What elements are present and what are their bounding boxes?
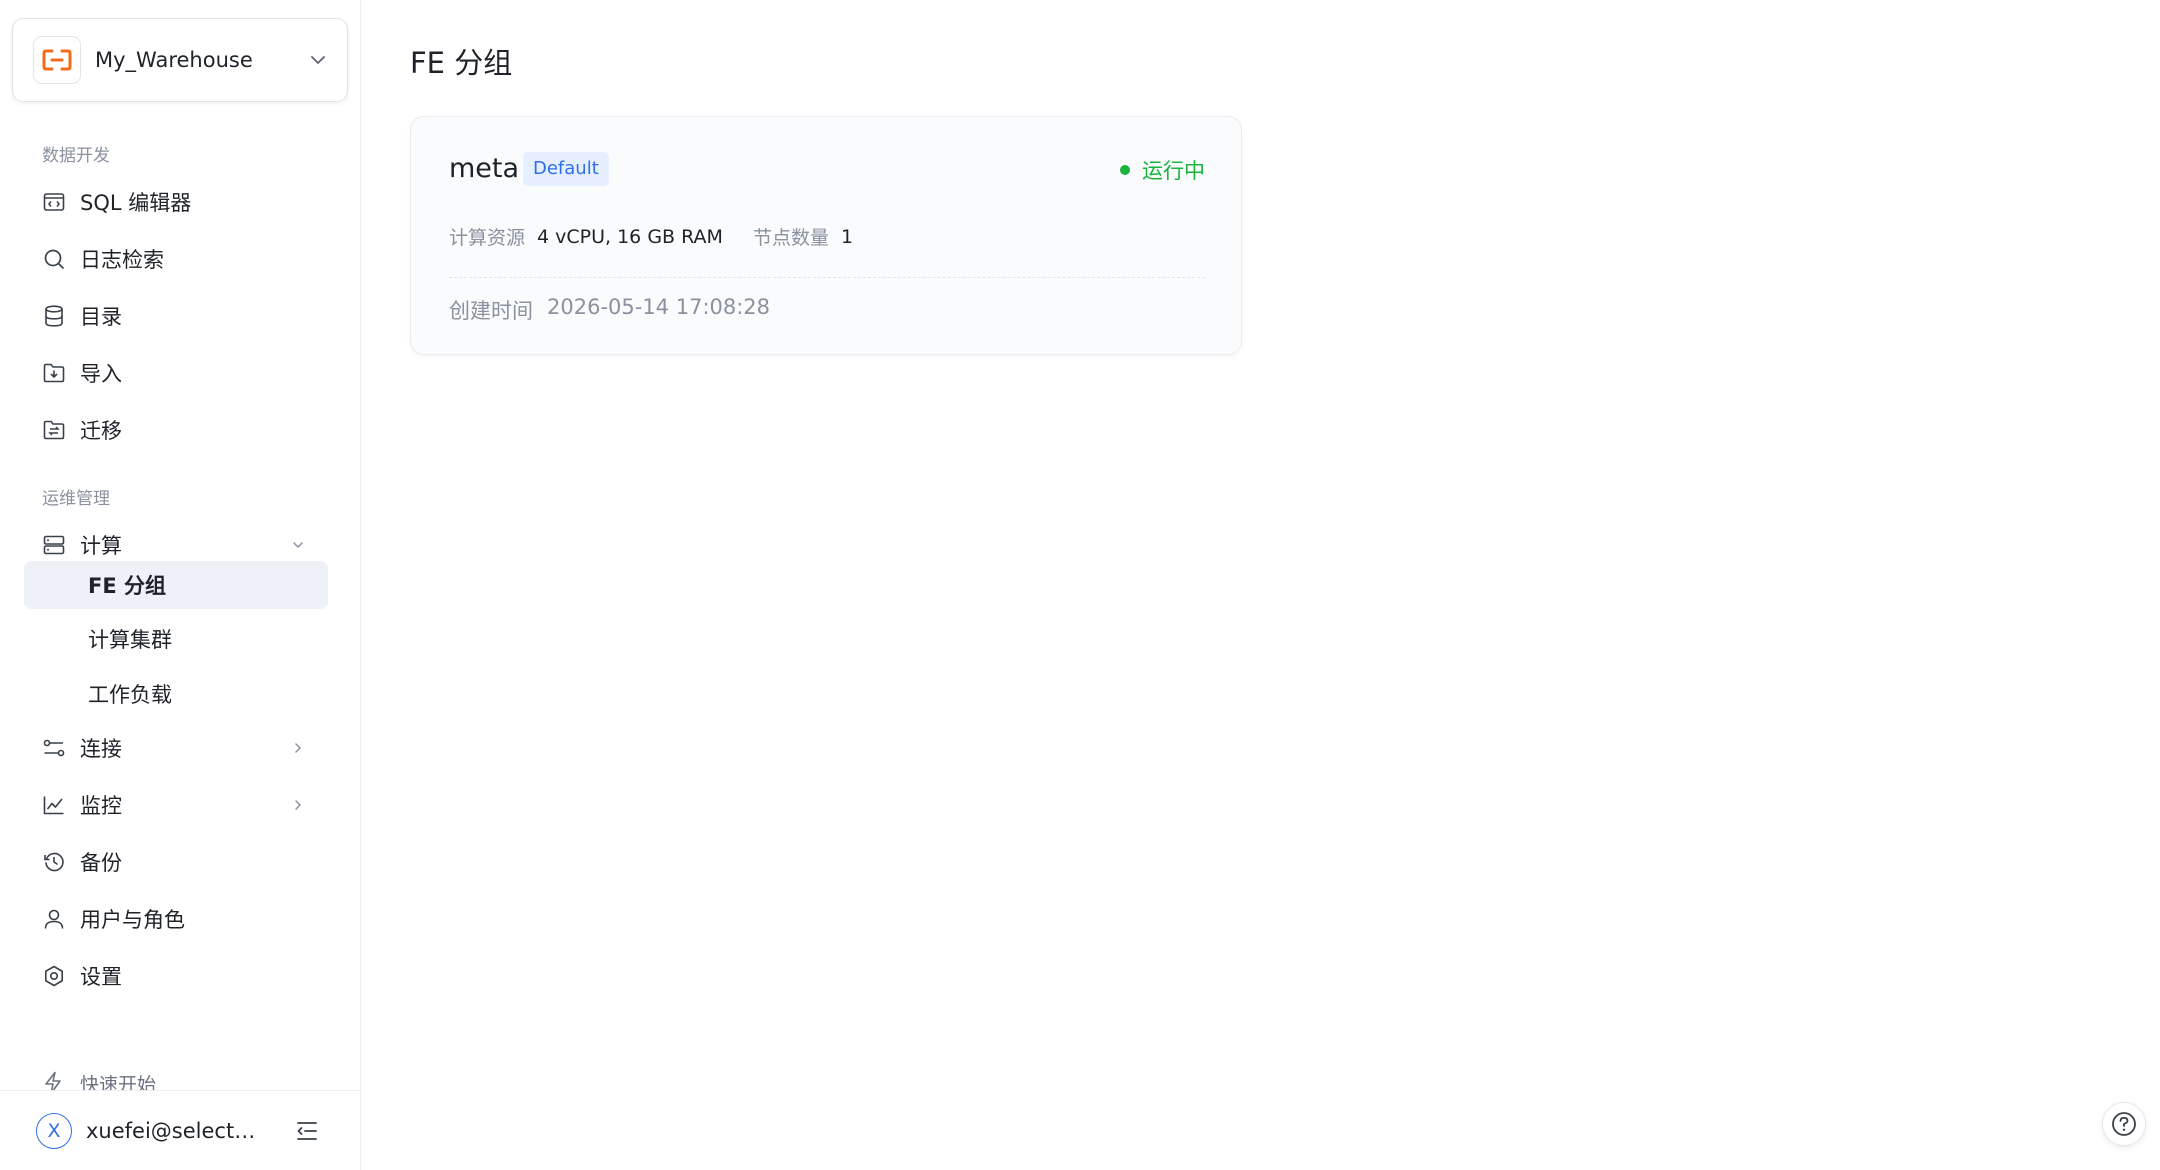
code-editor-icon (42, 190, 66, 214)
created-time-row: 创建时间 2026-05-14 17:08:28 (449, 295, 770, 325)
fe-group-name: meta (449, 153, 520, 184)
created-time-label: 创建时间 (449, 299, 533, 323)
card-meta-row: 计算资源 4 vCPU, 16 GB RAM 节点数量 1 (449, 223, 853, 250)
database-icon (42, 304, 66, 328)
nav-label: SQL 编辑器 (80, 191, 192, 215)
connection-icon (42, 736, 66, 760)
chevron-right-icon (295, 800, 302, 810)
nav-item-settings[interactable]: 设置 (24, 952, 328, 1000)
status-badge: 运行中 (1120, 155, 1205, 185)
folder-migrate-icon (42, 418, 66, 442)
nav-sub-fe-group[interactable]: FE 分组 (24, 561, 328, 609)
chevron-down-icon (311, 56, 325, 64)
page-title: FE 分组 (410, 46, 513, 80)
nav-item-backup[interactable]: 备份 (24, 838, 328, 886)
help-button[interactable] (2102, 1102, 2146, 1146)
user-icon (42, 907, 66, 931)
search-icon (42, 247, 66, 271)
nav-label: 备份 (80, 851, 122, 875)
nav-label: 用户与角色 (80, 908, 185, 932)
gear-icon (42, 964, 66, 988)
compute-resource-value: 4 vCPU, 16 GB RAM (537, 225, 723, 248)
compute-resource-label: 计算资源 (449, 227, 526, 249)
nav-label: 目录 (80, 305, 122, 329)
server-icon (42, 533, 66, 557)
nav-sub-workload[interactable]: 工作负载 (24, 670, 328, 718)
card-divider (449, 277, 1205, 278)
nav-label: 迁移 (80, 419, 122, 443)
app-root: My_Warehouse 数据开发 SQL 编辑器 日志检索 目录 导入 迁移 … (0, 0, 2160, 1170)
fe-group-card[interactable]: meta Default 运行中 计算资源 4 vCPU, 16 GB RAM … (410, 116, 1242, 355)
help-circle-icon (2112, 1112, 2136, 1136)
sidebar-footer: X xuefei@selectd... (0, 1090, 360, 1170)
nav-item-import[interactable]: 导入 (24, 349, 328, 397)
nav-label: 监控 (80, 794, 122, 818)
workspace-logo-icon (33, 36, 81, 84)
section-label-ops: 运维管理 (42, 489, 110, 509)
chevron-down-icon (293, 542, 303, 549)
nav-item-catalog[interactable]: 目录 (24, 292, 328, 340)
nav-label: 设置 (80, 965, 122, 989)
line-chart-icon (42, 793, 66, 817)
section-label-dev: 数据开发 (42, 146, 110, 166)
chevron-right-icon (295, 743, 302, 753)
node-count-value: 1 (840, 225, 854, 248)
user-email[interactable]: xuefei@selectd... (86, 1119, 266, 1143)
created-time-value: 2026-05-14 17:08:28 (547, 295, 771, 319)
folder-import-icon (42, 361, 66, 385)
status-text: 运行中 (1142, 159, 1205, 183)
workspace-switcher[interactable]: My_Warehouse (12, 18, 348, 102)
nav-item-monitor[interactable]: 监控 (24, 781, 328, 829)
status-dot-icon (1120, 165, 1130, 175)
sidebar: My_Warehouse 数据开发 SQL 编辑器 日志检索 目录 导入 迁移 … (0, 0, 361, 1170)
history-icon (42, 850, 66, 874)
nav-sub-compute-cluster[interactable]: 计算集群 (24, 615, 328, 663)
nav-item-users-roles[interactable]: 用户与角色 (24, 895, 328, 943)
default-badge: Default (523, 152, 609, 186)
workspace-name: My_Warehouse (95, 48, 253, 72)
nav-label: 日志检索 (80, 248, 164, 272)
nav-label: 计算 (80, 534, 122, 558)
node-count-label: 节点数量 (752, 227, 829, 249)
avatar[interactable]: X (36, 1112, 72, 1149)
nav-item-connect[interactable]: 连接 (24, 724, 328, 772)
nav-label: 导入 (80, 362, 122, 386)
nav-item-log-search[interactable]: 日志检索 (24, 235, 328, 283)
nav-item-migrate[interactable]: 迁移 (24, 406, 328, 454)
nav-label: 连接 (80, 737, 122, 761)
nav-item-sql-editor[interactable]: SQL 编辑器 (24, 178, 328, 226)
collapse-sidebar-icon[interactable] (294, 1118, 320, 1144)
